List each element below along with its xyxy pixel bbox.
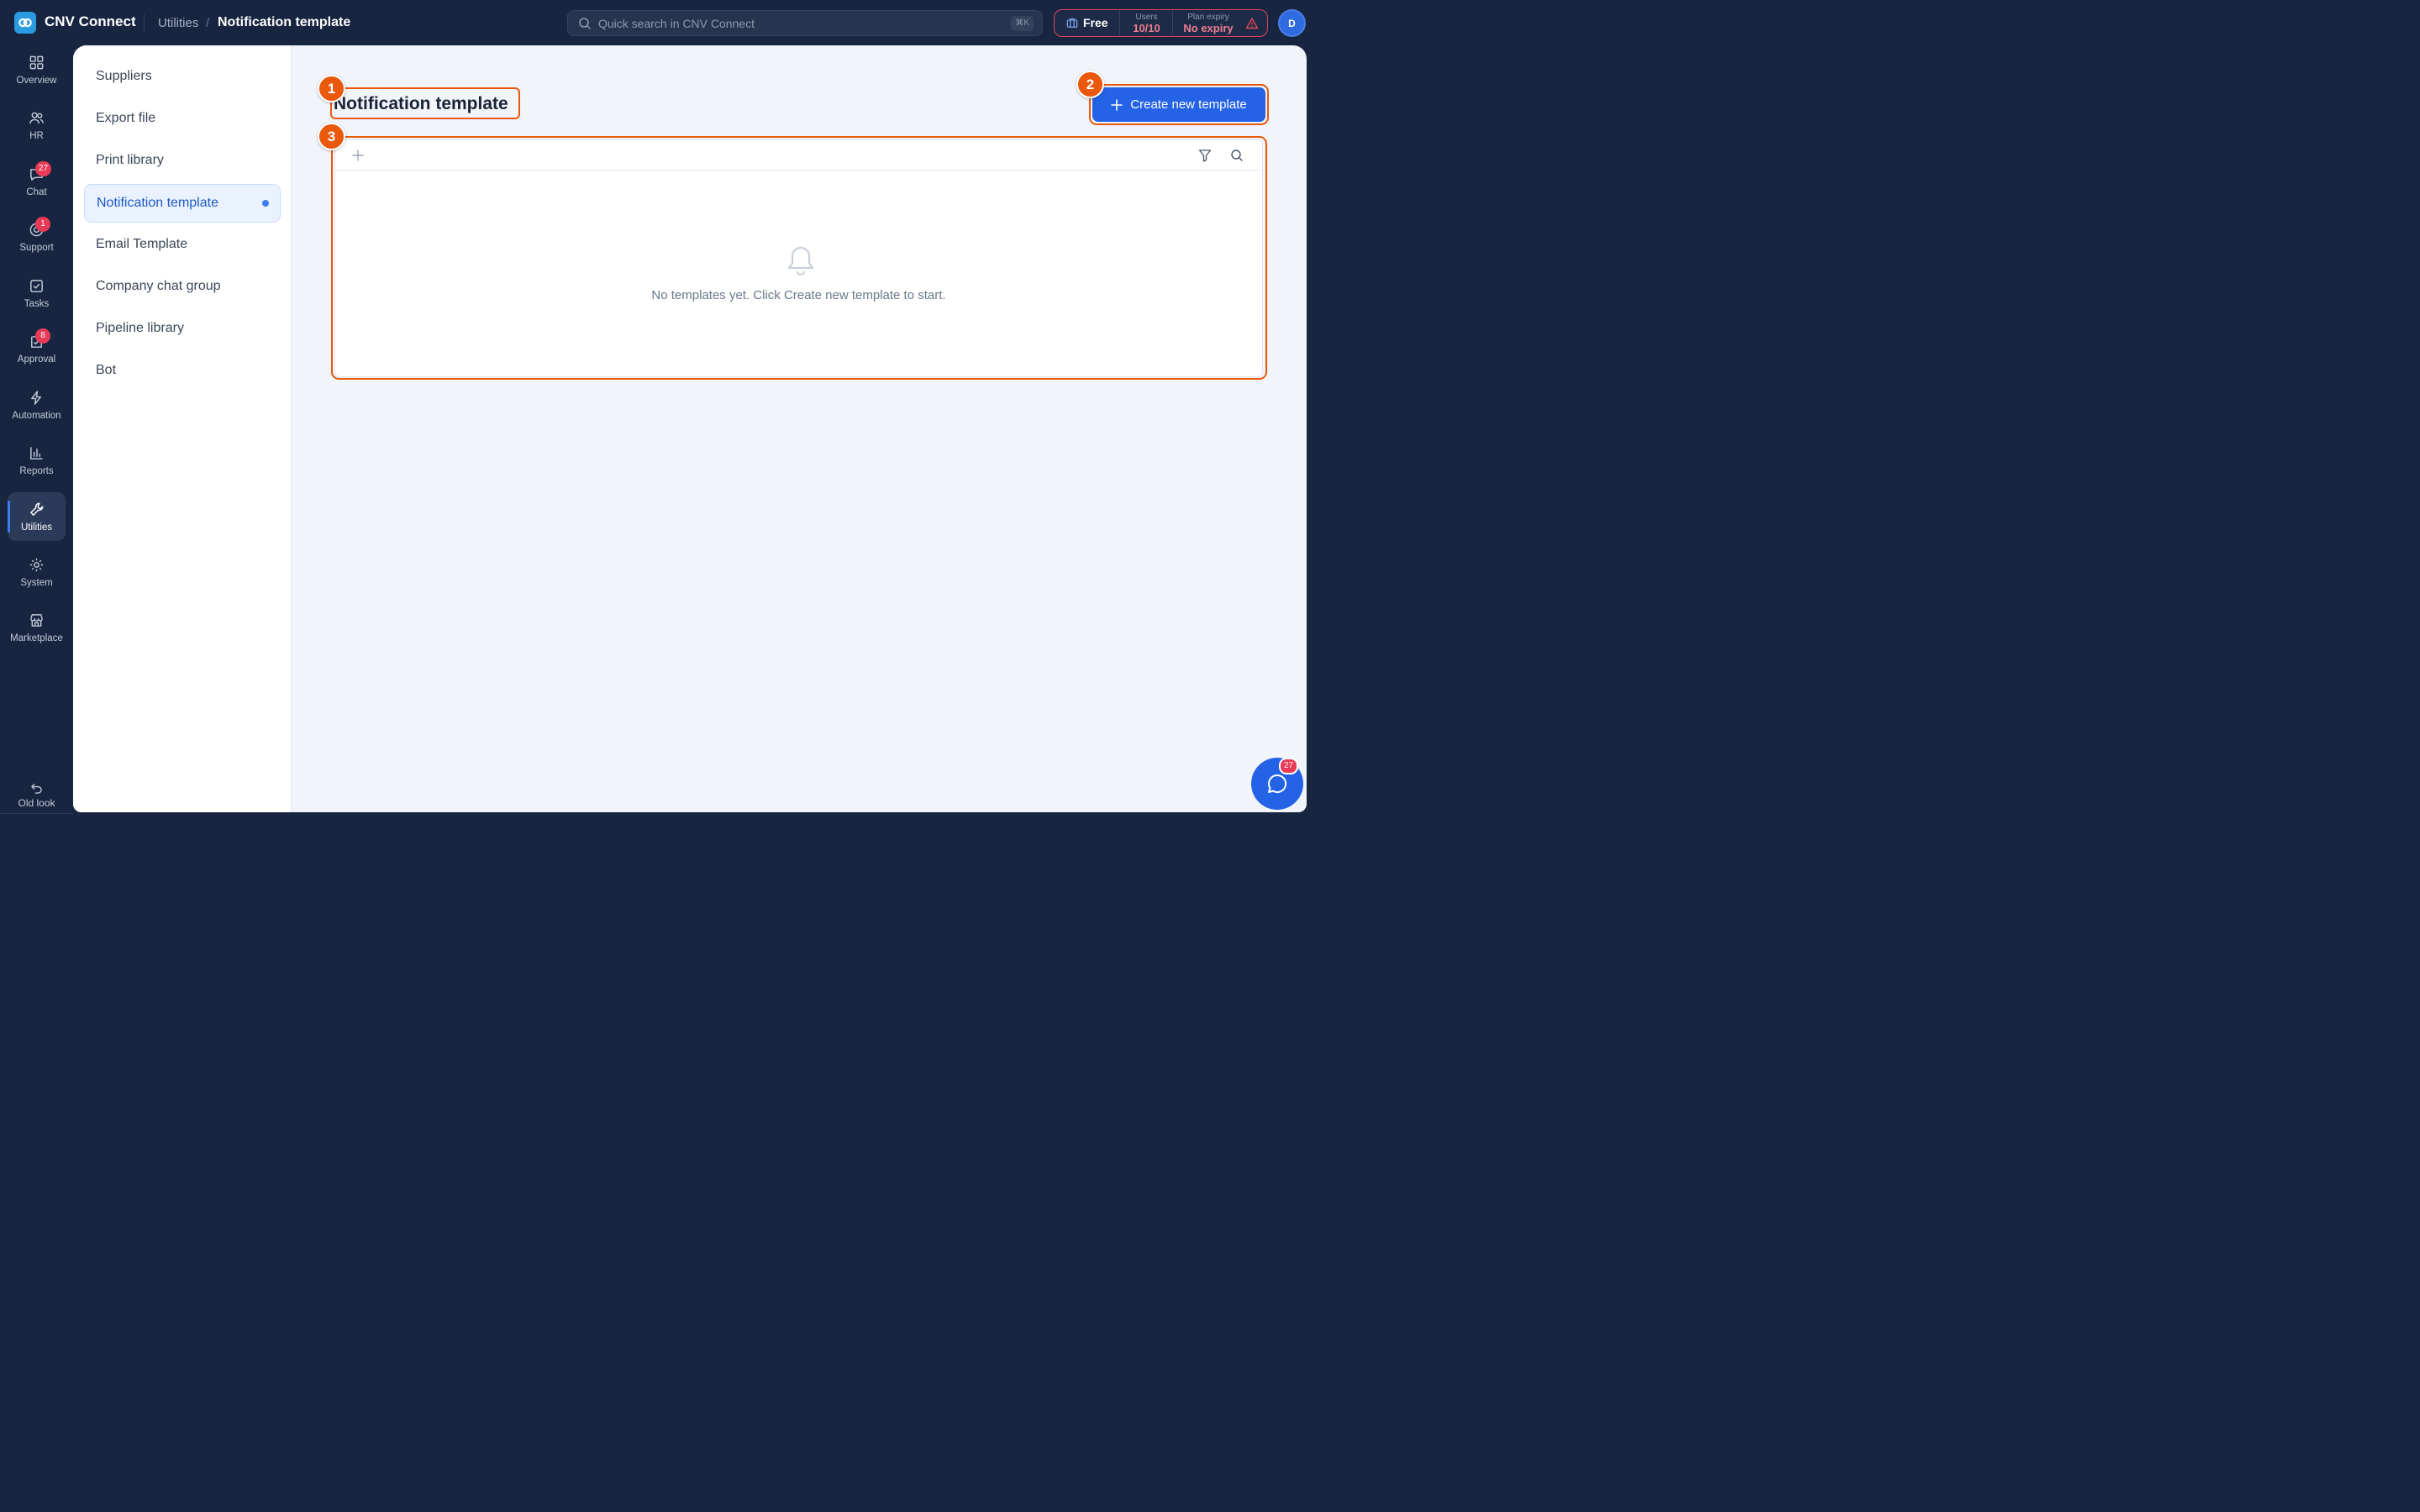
search-icon bbox=[579, 18, 591, 29]
highlight-box-grid bbox=[331, 136, 1267, 380]
rail-item-system[interactable]: System bbox=[8, 548, 66, 596]
subnav-item-export-file[interactable]: Export file bbox=[84, 100, 281, 139]
rail-item-label: Support bbox=[19, 243, 54, 253]
rail-item-approval[interactable]: 8 Approval bbox=[8, 324, 66, 373]
subnav-item-notification-template[interactable]: Notification template bbox=[84, 184, 281, 223]
search-shortcut: ⌘K bbox=[1011, 16, 1034, 31]
rail-item-automation[interactable]: Automation bbox=[8, 381, 66, 429]
gear-icon bbox=[29, 558, 44, 572]
annotation-marker-3: 3 bbox=[318, 123, 345, 150]
rail-item-tasks[interactable]: Tasks bbox=[8, 269, 66, 318]
chat-floating-button[interactable]: 27 bbox=[1251, 758, 1303, 810]
subnav-item-label: Notification template bbox=[97, 196, 218, 210]
user-avatar[interactable]: D bbox=[1278, 9, 1306, 37]
chat-fab-badge: 27 bbox=[1279, 758, 1299, 774]
divider bbox=[144, 14, 145, 31]
annotation-marker-2: 2 bbox=[1076, 71, 1104, 98]
subnav-item-pipeline-library[interactable]: Pipeline library bbox=[84, 310, 281, 349]
breadcrumb-separator: / bbox=[206, 16, 210, 30]
subnav-item-bot[interactable]: Bot bbox=[84, 352, 281, 391]
rail-item-label: Overview bbox=[16, 76, 57, 86]
highlight-box-title bbox=[330, 87, 520, 119]
rail-item-chat[interactable]: 27 Chat bbox=[8, 157, 66, 206]
users-label: Users bbox=[1135, 13, 1158, 22]
highlight-box-create-button bbox=[1089, 84, 1269, 125]
chat-badge: 27 bbox=[35, 161, 52, 176]
plan-tier[interactable]: Free bbox=[1055, 10, 1120, 35]
rail-item-label: HR bbox=[29, 131, 44, 141]
old-look-label: Old look bbox=[18, 797, 55, 809]
search-placeholder: Quick search in CNV Connect bbox=[598, 17, 755, 30]
expiry-label: Plan expiry bbox=[1187, 13, 1229, 22]
plan-expiry: Plan expiry No expiry bbox=[1174, 10, 1243, 35]
subnav-item-email-template[interactable]: Email Template bbox=[84, 226, 281, 265]
active-indicator-dot bbox=[262, 200, 269, 207]
approval-badge: 8 bbox=[35, 328, 50, 344]
bolt-icon bbox=[31, 391, 41, 405]
rail-item-hr[interactable]: HR bbox=[8, 101, 66, 150]
rail-item-label: Utilities bbox=[20, 522, 53, 533]
rail-item-label: Reports bbox=[19, 466, 54, 476]
annotation-marker-1: 1 bbox=[318, 75, 345, 102]
logo-icon bbox=[18, 18, 32, 28]
subnav-item-suppliers[interactable]: Suppliers bbox=[84, 58, 281, 97]
checkbox-icon bbox=[30, 280, 43, 292]
global-search[interactable]: Quick search in CNV Connect ⌘K bbox=[567, 10, 1043, 36]
rail-item-label: System bbox=[20, 578, 53, 588]
rail-item-label: Tasks bbox=[24, 299, 50, 309]
bar-chart-icon bbox=[30, 447, 43, 459]
users-icon bbox=[29, 112, 44, 124]
chat-bubble-icon bbox=[1268, 774, 1287, 793]
breadcrumb-parent[interactable]: Utilities bbox=[158, 16, 198, 30]
users-value: 10/10 bbox=[1133, 22, 1160, 34]
support-badge: 1 bbox=[35, 217, 50, 232]
store-icon bbox=[30, 614, 43, 627]
breadcrumb-current: Notification template bbox=[218, 15, 351, 29]
warning-icon bbox=[1245, 18, 1259, 29]
main-panel: Suppliers Export file Print library Noti… bbox=[73, 45, 1307, 812]
plan-users: Users 10/10 bbox=[1121, 10, 1173, 35]
subnav-item-print-library[interactable]: Print library bbox=[84, 142, 281, 181]
briefcase-icon bbox=[1066, 18, 1078, 28]
subnav-item-company-chat-group[interactable]: Company chat group bbox=[84, 268, 281, 307]
plan-tier-label: Free bbox=[1083, 16, 1108, 29]
top-bar: CNV Connect Utilities / Notification tem… bbox=[0, 0, 1318, 45]
main-navigation-rail: Overview HR 27 Chat 1 Support Tasks 8 Ap… bbox=[0, 45, 73, 823]
rail-item-utilities[interactable]: Utilities bbox=[8, 492, 66, 541]
undo-icon bbox=[31, 784, 42, 794]
app-title: CNV Connect bbox=[45, 13, 136, 29]
wrench-icon bbox=[30, 502, 44, 516]
rail-item-label: Chat bbox=[26, 187, 47, 197]
rail-item-overview[interactable]: Overview bbox=[8, 45, 66, 94]
rail-item-reports[interactable]: Reports bbox=[8, 436, 66, 485]
rail-item-support[interactable]: 1 Support bbox=[8, 213, 66, 261]
old-look-toggle[interactable]: Old look bbox=[8, 778, 66, 815]
rail-item-label: Marketplace bbox=[10, 633, 63, 643]
app-logo[interactable] bbox=[14, 12, 36, 34]
utilities-subnav: Suppliers Export file Print library Noti… bbox=[73, 45, 292, 812]
rail-item-marketplace[interactable]: Marketplace bbox=[8, 603, 66, 652]
grid-icon bbox=[29, 55, 44, 70]
rail-item-label: Automation bbox=[12, 411, 61, 421]
rail-item-label: Approval bbox=[17, 354, 56, 365]
plan-status[interactable]: Free Users 10/10 Plan expiry No expiry bbox=[1054, 9, 1268, 37]
expiry-value: No expiry bbox=[1183, 22, 1234, 34]
